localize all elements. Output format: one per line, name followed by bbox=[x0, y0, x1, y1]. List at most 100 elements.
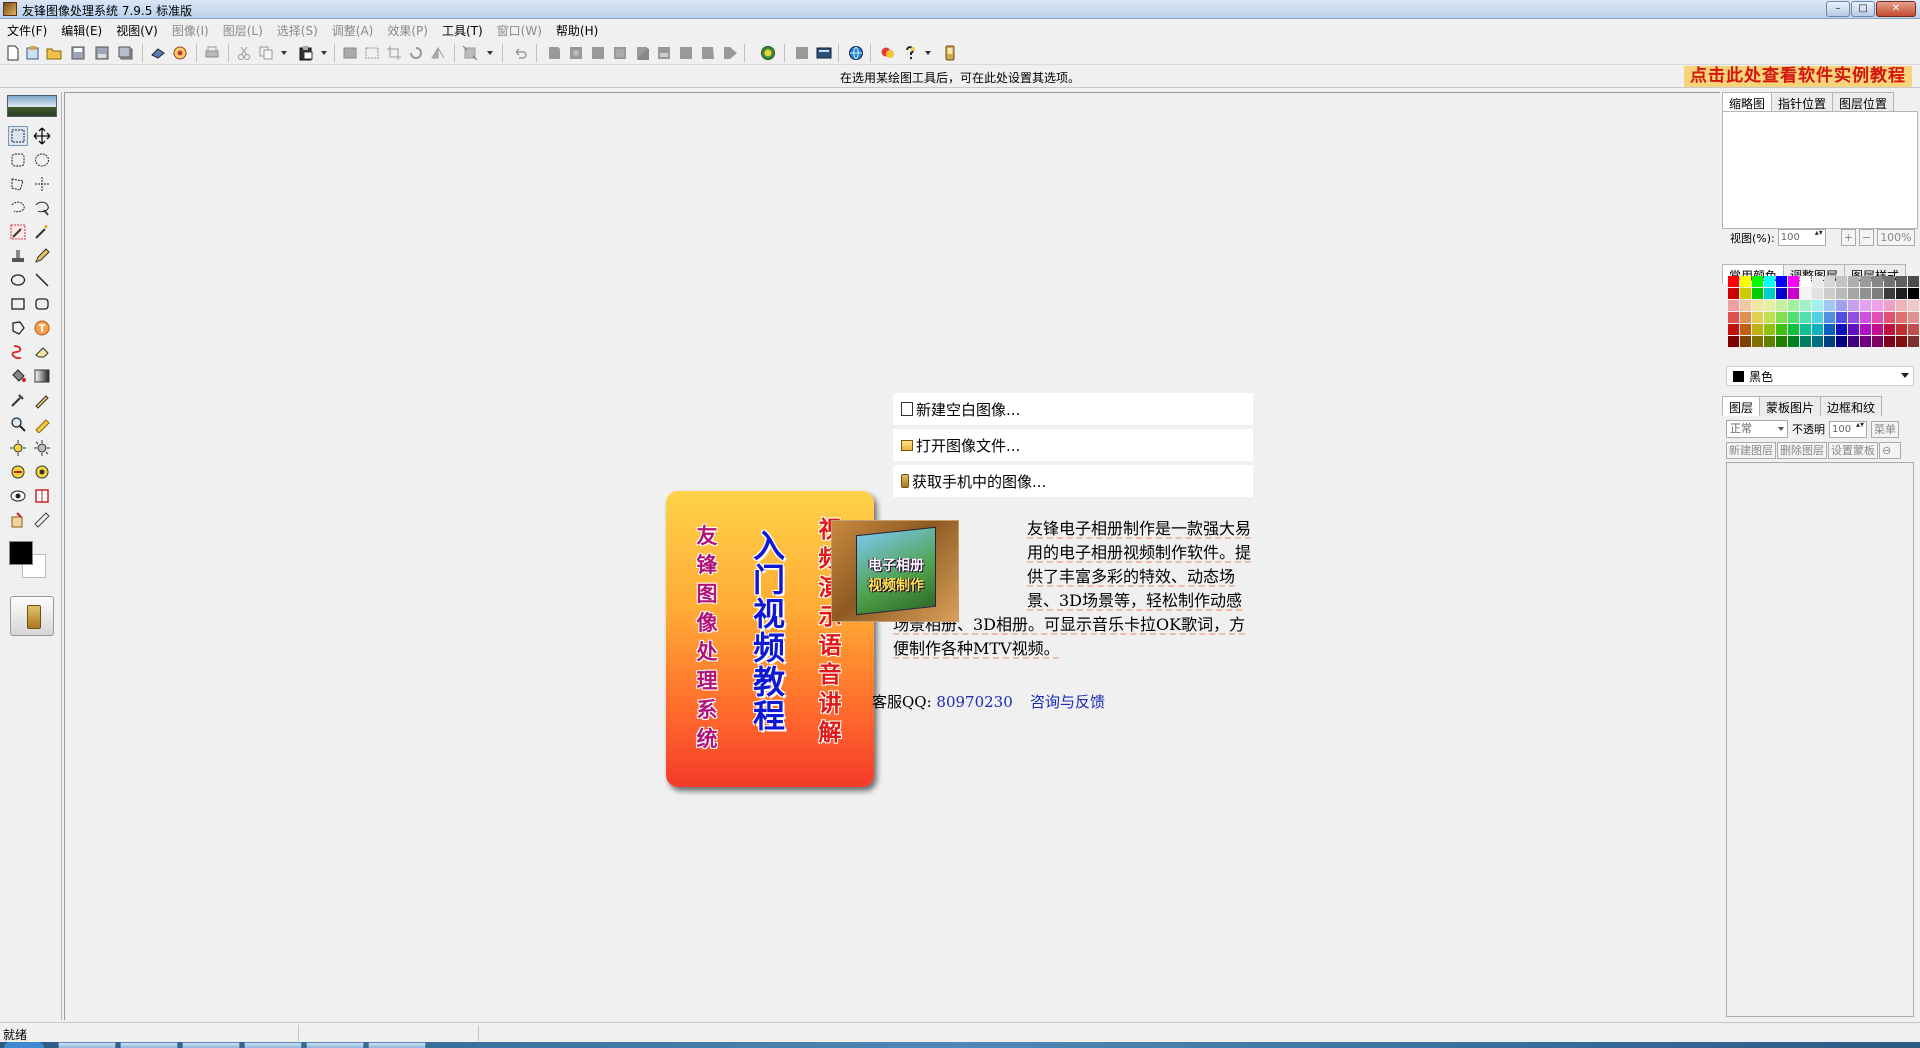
color-swatch[interactable] bbox=[1860, 288, 1871, 299]
rectangle-tool-icon[interactable] bbox=[8, 294, 28, 314]
link-layers-icon[interactable]: ⊖ bbox=[1879, 442, 1901, 459]
blend-mode-select[interactable]: 正常 bbox=[1726, 420, 1788, 438]
copy-dropdown-icon[interactable] bbox=[280, 45, 288, 61]
color-swatch[interactable] bbox=[1788, 324, 1799, 335]
product-box-image[interactable]: 电子相册 视频制作 bbox=[831, 520, 959, 622]
color-replace-icon[interactable] bbox=[8, 462, 28, 482]
save-as-icon[interactable] bbox=[94, 45, 110, 61]
opacity-input[interactable]: 100 bbox=[1829, 420, 1867, 438]
color-swatch[interactable] bbox=[1740, 336, 1751, 347]
color-swatch[interactable] bbox=[1764, 288, 1775, 299]
set-mask-button[interactable]: 设置蒙板 bbox=[1828, 442, 1878, 459]
paste-dropdown-icon[interactable] bbox=[320, 45, 328, 61]
color-swatch[interactable] bbox=[1764, 312, 1775, 323]
lasso-icon[interactable] bbox=[8, 198, 28, 218]
shadow-icon[interactable] bbox=[634, 45, 650, 61]
menu-layer[interactable]: 图层(L) bbox=[216, 22, 270, 39]
close-button[interactable]: ✕ bbox=[1876, 1, 1916, 17]
eyedropper-icon[interactable] bbox=[8, 390, 28, 410]
maximize-button[interactable]: □ bbox=[1851, 1, 1875, 17]
color-swatch[interactable] bbox=[1884, 312, 1895, 323]
menu-view[interactable]: 视图(V) bbox=[109, 22, 165, 39]
color-swatch[interactable] bbox=[1872, 312, 1883, 323]
web-icon[interactable] bbox=[848, 45, 864, 61]
magic-wand-select-icon[interactable] bbox=[8, 222, 28, 242]
color-swatch[interactable] bbox=[1860, 276, 1871, 287]
color-swatch[interactable] bbox=[1908, 276, 1919, 287]
slideshow-icon[interactable] bbox=[722, 45, 738, 61]
color-swatch[interactable] bbox=[1812, 336, 1823, 347]
brightness-icon[interactable] bbox=[8, 438, 28, 458]
mobile-phone-icon[interactable] bbox=[942, 45, 958, 61]
color-swatch[interactable] bbox=[1836, 336, 1847, 347]
color-swatch[interactable] bbox=[1740, 300, 1751, 311]
taskbar-button[interactable] bbox=[120, 1042, 178, 1048]
open-image-button[interactable]: 打开图像文件... bbox=[893, 429, 1253, 461]
color-swatch[interactable] bbox=[1872, 324, 1883, 335]
color-swatch[interactable] bbox=[1848, 324, 1859, 335]
capture-icon[interactable] bbox=[172, 45, 188, 61]
crop-icon[interactable] bbox=[386, 45, 402, 61]
taskbar-button[interactable] bbox=[306, 1042, 364, 1048]
color-swatch[interactable] bbox=[1884, 276, 1895, 287]
color-swatch[interactable] bbox=[1788, 336, 1799, 347]
color-swatch[interactable] bbox=[1776, 324, 1787, 335]
patch-tool-icon[interactable] bbox=[8, 510, 28, 530]
eraser-icon[interactable] bbox=[32, 342, 52, 362]
tutorial-link[interactable]: 点击此处查看软件实例教程 bbox=[1684, 66, 1912, 87]
color-swatch[interactable] bbox=[1812, 312, 1823, 323]
mask-icon[interactable] bbox=[656, 45, 672, 61]
color-swatch[interactable] bbox=[1764, 300, 1775, 311]
color-swatch[interactable] bbox=[1872, 276, 1883, 287]
open-folder-icon[interactable] bbox=[46, 45, 62, 61]
taskbar-button[interactable] bbox=[182, 1042, 240, 1048]
magnetic-lasso-icon[interactable] bbox=[32, 198, 52, 218]
zoom-in-button[interactable]: + bbox=[1840, 229, 1856, 246]
color-swatch[interactable] bbox=[1848, 336, 1859, 347]
tab-mask-images[interactable]: 蒙板图片 bbox=[1759, 396, 1822, 416]
color-picker-icon[interactable] bbox=[760, 45, 776, 61]
color-swatch[interactable] bbox=[1836, 276, 1847, 287]
zoom-out-button[interactable]: − bbox=[1858, 229, 1875, 246]
phone-import-button[interactable] bbox=[10, 596, 54, 636]
color-swatch[interactable] bbox=[1860, 300, 1871, 311]
color-swatch[interactable] bbox=[1812, 300, 1823, 311]
paint-bucket-icon[interactable] bbox=[8, 366, 28, 386]
color-swatch-grid[interactable] bbox=[1728, 276, 1919, 347]
zoom-input[interactable]: 100 bbox=[1777, 229, 1826, 246]
color-swatch[interactable] bbox=[1776, 312, 1787, 323]
color-swatch[interactable] bbox=[1860, 336, 1871, 347]
gradient-icon[interactable] bbox=[32, 366, 52, 386]
help-icon[interactable] bbox=[902, 45, 918, 61]
resize-dropdown-icon[interactable] bbox=[486, 45, 494, 61]
color-swatch[interactable] bbox=[1740, 288, 1751, 299]
scan-icon[interactable] bbox=[150, 45, 166, 61]
color-swatch[interactable] bbox=[1776, 288, 1787, 299]
color-swatch[interactable] bbox=[1848, 312, 1859, 323]
color-swatch[interactable] bbox=[1836, 324, 1847, 335]
color-swatch[interactable] bbox=[1824, 300, 1835, 311]
color-swatch[interactable] bbox=[1908, 288, 1919, 299]
rotate-icon[interactable] bbox=[408, 45, 424, 61]
sharpen-icon[interactable] bbox=[32, 438, 52, 458]
color-swatch[interactable] bbox=[1764, 336, 1775, 347]
color-swatch[interactable] bbox=[1848, 300, 1859, 311]
color-swatch[interactable] bbox=[1788, 276, 1799, 287]
magic-wand-icon[interactable] bbox=[32, 222, 52, 242]
collage-icon[interactable] bbox=[700, 45, 716, 61]
save-icon[interactable] bbox=[70, 45, 86, 61]
copy-icon[interactable] bbox=[258, 45, 274, 61]
taskbar-button[interactable] bbox=[58, 1042, 116, 1048]
color-swatch[interactable] bbox=[1896, 276, 1907, 287]
color-swatch[interactable] bbox=[1896, 288, 1907, 299]
color-swatch[interactable] bbox=[1728, 324, 1739, 335]
color-swatch[interactable] bbox=[1788, 288, 1799, 299]
color-swatch[interactable] bbox=[1752, 336, 1763, 347]
color-swatch[interactable] bbox=[1812, 276, 1823, 287]
border-icon[interactable] bbox=[612, 45, 628, 61]
undo-icon[interactable] bbox=[512, 45, 528, 61]
menu-effects[interactable]: 效果(P) bbox=[380, 22, 435, 39]
menu-image[interactable]: 图像(I) bbox=[165, 22, 216, 39]
color-swatch[interactable] bbox=[1860, 312, 1871, 323]
clone-stamp-icon[interactable] bbox=[8, 246, 28, 266]
